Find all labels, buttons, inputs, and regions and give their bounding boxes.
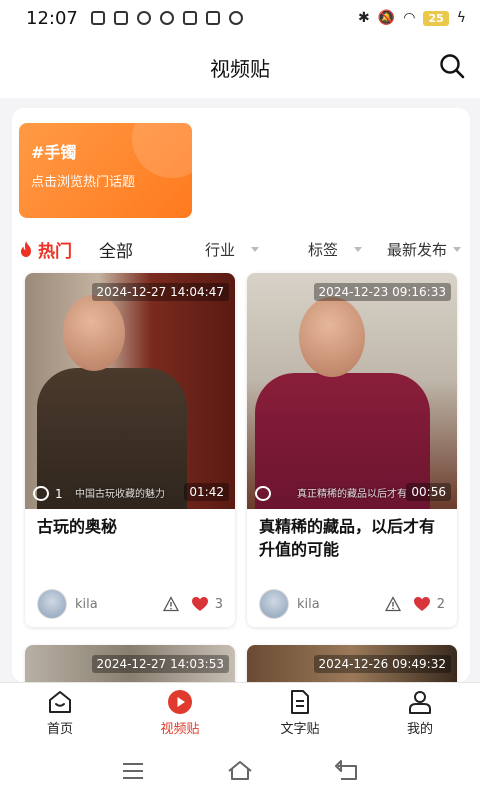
industry-filter[interactable]: 行业 <box>205 239 260 260</box>
video-thumbnail[interactable]: 2024-12-23 09:16:33 真正精稀的藏品以后才有增值 00:56 <box>247 273 457 509</box>
video-card[interactable]: 2024-12-23 09:16:33 真正精稀的藏品以后才有增值 00:56 … <box>247 273 457 627</box>
post-timestamp: 2024-12-27 14:03:53 <box>91 655 229 673</box>
status-time: 12:07 <box>26 7 78 29</box>
video-card[interactable]: 2024-12-27 14:03:53 <box>25 645 235 682</box>
card-title: 古玩的奥秘 <box>37 517 118 536</box>
system-nav-bar <box>0 742 480 800</box>
card-footer: kila 3 <box>25 581 235 627</box>
video-subtitle: 真正精稀的藏品以后才有增值 <box>297 489 407 500</box>
battery-indicator: 25 <box>423 10 449 26</box>
comment-count <box>255 486 277 501</box>
avatar[interactable] <box>259 589 289 619</box>
topic-subtitle: 点击浏览热门话题 <box>31 175 136 190</box>
post-timestamp: 2024-12-23 09:16:33 <box>313 283 451 301</box>
nav-home-label: 首页 <box>46 721 73 737</box>
sort-filter-label: 最新发布 <box>387 240 448 259</box>
back-icon[interactable] <box>333 757 361 785</box>
user-icon <box>409 690 431 714</box>
video-thumbnail[interactable]: 2024-12-27 14:03:53 <box>25 645 235 682</box>
card-title: 真精稀的藏品，以后才有升值的可能 <box>259 517 436 559</box>
chevron-down-icon <box>354 246 363 252</box>
author-name[interactable]: kila <box>297 597 320 612</box>
topic-title: #手镯 <box>31 143 77 162</box>
sort-filter[interactable]: 最新发布 <box>387 239 462 260</box>
charging-icon: ϟ <box>456 10 466 26</box>
menu-icon[interactable] <box>119 757 147 785</box>
like-count: 3 <box>214 596 223 612</box>
nav-video[interactable]: 视频贴 <box>120 683 240 742</box>
comment-bubble-icon <box>255 486 271 501</box>
heart-icon[interactable] <box>413 596 431 612</box>
tag-filter[interactable]: 标签 <box>308 239 363 260</box>
nav-mine[interactable]: 我的 <box>360 683 480 742</box>
search-icon[interactable] <box>438 52 466 80</box>
app-icon-2 <box>205 11 220 25</box>
comment-bubble-icon <box>33 486 49 501</box>
home-icon <box>49 690 71 713</box>
tab-hot[interactable]: 热门 <box>18 237 72 262</box>
content-panel: #手镯 点击浏览热门话题 热门 全部 行业 标签 最新发布 2024-12-27… <box>12 108 470 682</box>
chevron-down-icon <box>251 246 260 252</box>
post-timestamp: 2024-12-27 14:04:47 <box>91 283 229 301</box>
video-thumbnail[interactable]: 2024-12-27 14:04:47 1 中国古玩收藏的魅力 01:42 <box>25 273 235 509</box>
nav-text[interactable]: 文字贴 <box>240 683 360 742</box>
report-warning-icon[interactable] <box>162 596 179 612</box>
nav-text-label: 文字贴 <box>280 721 320 737</box>
mute-icon: 🔕 <box>377 10 396 26</box>
bottom-nav: 首页 视频贴 文字贴 我的 <box>0 682 480 742</box>
app-icon <box>159 11 174 25</box>
video-thumbnail[interactable]: 2024-12-26 09:49:32 <box>247 645 457 682</box>
author-name[interactable]: kila <box>75 597 98 612</box>
chevron-down-icon <box>453 246 462 252</box>
video-duration: 00:56 <box>406 483 451 501</box>
page-title: 视频贴 <box>210 56 270 81</box>
video-duration: 01:42 <box>184 483 229 501</box>
app-icon-3 <box>228 11 243 25</box>
home-button-icon[interactable] <box>226 757 254 785</box>
nav-video-label: 视频贴 <box>160 721 200 737</box>
avatar[interactable] <box>37 589 67 619</box>
document-icon <box>291 689 309 714</box>
hot-topic-card[interactable]: #手镯 点击浏览热门话题 <box>19 123 192 218</box>
nav-home[interactable]: 首页 <box>0 683 120 742</box>
card-footer: kila 2 <box>247 581 457 627</box>
heart-icon[interactable] <box>191 596 209 612</box>
usb-icon <box>136 11 151 25</box>
status-bar: 12:07 ✱ 🔕 ◠ 25 ϟ <box>0 0 480 36</box>
taobao-icon <box>182 11 197 25</box>
wifi-icon: ◠ <box>403 10 416 26</box>
app-notification-icon <box>113 11 128 25</box>
title-bar: 视频贴 <box>0 36 480 98</box>
like-count: 2 <box>436 596 445 612</box>
tag-filter-label: 标签 <box>308 240 339 259</box>
comment-count: 1 <box>33 486 63 501</box>
bluetooth-icon: ✱ <box>358 10 370 26</box>
filter-row: 热门 全部 行业 标签 最新发布 <box>12 234 470 264</box>
notification-icon <box>90 11 105 25</box>
video-card[interactable]: 2024-12-26 09:49:32 <box>247 645 457 682</box>
tab-hot-label: 热门 <box>38 241 72 262</box>
report-warning-icon[interactable] <box>384 596 401 612</box>
industry-filter-label: 行业 <box>205 240 236 259</box>
tab-all[interactable]: 全部 <box>99 237 133 262</box>
nav-mine-label: 我的 <box>406 721 433 737</box>
post-timestamp: 2024-12-26 09:49:32 <box>313 655 451 673</box>
video-subtitle: 中国古玩收藏的魅力 <box>75 489 165 500</box>
video-card[interactable]: 2024-12-27 14:04:47 1 中国古玩收藏的魅力 01:42 古玩… <box>25 273 235 627</box>
fire-icon <box>21 241 31 257</box>
play-circle-icon <box>168 689 192 714</box>
